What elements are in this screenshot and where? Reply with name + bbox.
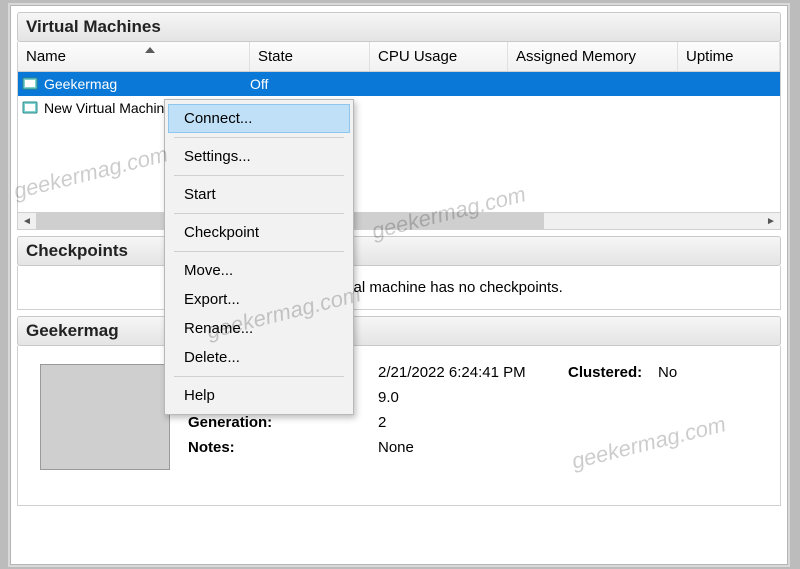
menu-separator [174,175,344,176]
horizontal-scrollbar[interactable]: ◄ ► [17,212,781,230]
vm-thumbnail[interactable] [40,364,170,470]
config-version-value: 9.0 [378,389,568,406]
menu-settings[interactable]: Settings... [168,142,350,171]
vm-icon [22,76,38,92]
vm-name: New Virtual Machine [44,100,172,116]
details-header: Geekermag [17,316,781,346]
details-body: Created: 2/21/2022 6:24:41 PM Clustered:… [17,346,781,506]
menu-connect[interactable]: Connect... [168,104,350,133]
checkpoints-header: Checkpoints [17,236,781,266]
menu-separator [174,251,344,252]
generation-label: Generation: [188,414,378,431]
clustered-label: Clustered: [568,364,658,381]
scroll-right-icon[interactable]: ► [762,213,780,229]
column-name[interactable]: Name [18,42,250,71]
notes-label: Notes: [188,439,378,456]
clustered-value: No [658,364,677,381]
vm-row-geekermag[interactable]: Geekermag Off [18,72,780,96]
menu-help[interactable]: Help [168,381,350,410]
vm-icon [22,100,38,116]
scroll-track[interactable] [36,213,762,229]
notes-value: None [378,439,568,456]
scroll-left-icon[interactable]: ◄ [18,213,36,229]
menu-separator [174,137,344,138]
vm-state: Off [250,76,370,92]
details-title: Geekermag [26,321,119,340]
checkpoints-title: Checkpoints [26,241,128,260]
vm-list: Geekermag Off New Virtual Machine [17,72,781,212]
menu-move[interactable]: Move... [168,256,350,285]
menu-separator [174,213,344,214]
checkpoints-body: The selected virtual machine has no chec… [17,266,781,310]
sort-ascending-icon [145,47,155,53]
inner-content: Virtual Machines Name State CPU Usage As… [17,12,781,564]
menu-export[interactable]: Export... [168,285,350,314]
menu-rename[interactable]: Rename... [168,314,350,343]
virtual-machines-title: Virtual Machines [26,17,161,36]
vm-context-menu: Connect... Settings... Start Checkpoint … [164,99,354,415]
menu-checkpoint[interactable]: Checkpoint [168,218,350,247]
generation-value: 2 [378,414,568,431]
menu-start[interactable]: Start [168,180,350,209]
column-uptime[interactable]: Uptime [678,42,780,71]
column-cpu[interactable]: CPU Usage [370,42,508,71]
vm-row-new[interactable]: New Virtual Machine [18,96,780,120]
vm-column-headers: Name State CPU Usage Assigned Memory Upt… [17,42,781,72]
menu-delete[interactable]: Delete... [168,343,350,372]
virtual-machines-header: Virtual Machines [17,12,781,42]
column-memory[interactable]: Assigned Memory [508,42,678,71]
menu-separator [174,376,344,377]
created-value: 2/21/2022 6:24:41 PM [378,364,568,381]
column-state[interactable]: State [250,42,370,71]
vm-name: Geekermag [44,76,117,92]
hyperv-manager-pane: Virtual Machines Name State CPU Usage As… [10,5,788,565]
